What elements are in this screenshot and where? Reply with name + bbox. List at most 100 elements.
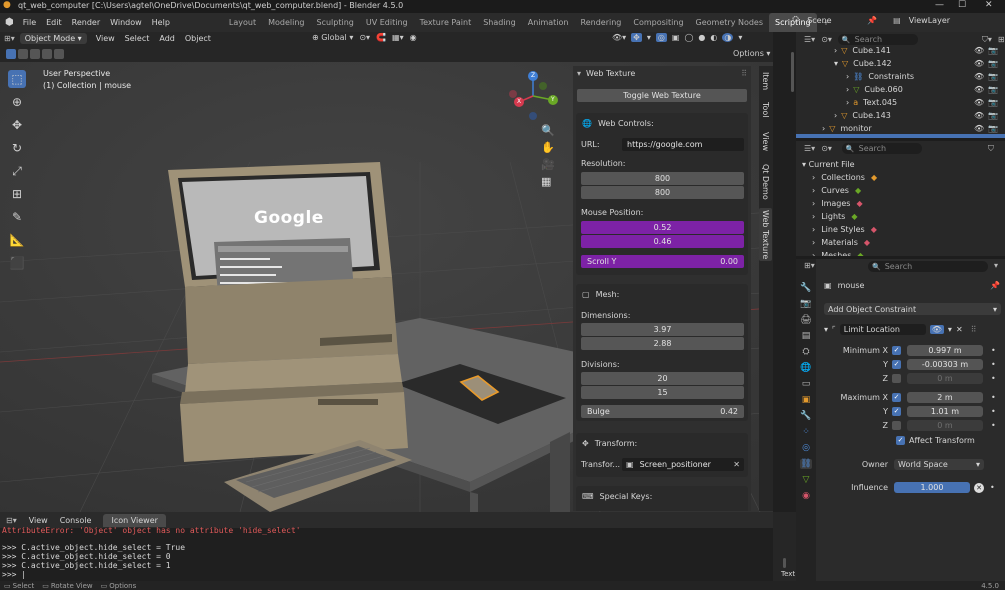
output-tab-icon[interactable]: 🖨 [800, 315, 811, 325]
file-category-lights[interactable]: › Lights ◆ [796, 210, 1005, 223]
tab-view[interactable]: View [761, 132, 770, 151]
console-scrollbar[interactable] [783, 558, 786, 568]
pin-icon[interactable]: 📌 [990, 281, 1000, 290]
mode-dropdown[interactable]: Object Mode ▾ [19, 33, 87, 44]
workspace-tab-modeling[interactable]: Modeling [262, 13, 310, 32]
eye-icon[interactable]: 👁 [974, 83, 984, 96]
resolution-x-field[interactable]: 800 [581, 172, 744, 185]
constraint-menu-icon[interactable]: ▾ [948, 325, 952, 334]
keyframe-dot-icon[interactable]: • [991, 346, 996, 355]
workspace-tab-shading[interactable]: Shading [477, 13, 522, 32]
menu-file[interactable]: File [18, 13, 41, 32]
gizmo-toggle-icon[interactable]: ✥ [631, 33, 642, 42]
menu-render[interactable]: Render [67, 13, 105, 32]
file-category-materials[interactable]: › Materials ◆ [796, 236, 1005, 249]
text-editor-tab[interactable]: Text [781, 570, 795, 578]
drag-handle-icon[interactable]: ⠿ [971, 325, 977, 334]
expand-arrow-icon[interactable]: › [812, 171, 815, 184]
object-tab-icon[interactable]: ▣ [802, 395, 811, 405]
disable-keep-transform-icon[interactable]: ✕ [974, 482, 984, 493]
blender-menu-icon[interactable]: ⬢ [0, 17, 18, 28]
division-y-field[interactable]: 15 [581, 386, 744, 399]
expand-arrow-icon[interactable]: › [834, 109, 837, 122]
mouse-x-field[interactable]: 0.52 [581, 221, 744, 234]
expand-arrow-icon[interactable]: › [812, 210, 815, 223]
pin-icon[interactable]: 📌 [867, 16, 877, 25]
file-filter-icon[interactable]: ⛉ [988, 144, 994, 154]
outliner-item[interactable]: › ▽ Cube.143 👁 📷 [796, 109, 1005, 122]
use-limit-checkbox[interactable] [892, 420, 901, 430]
viewport-menu-select[interactable]: Select [125, 34, 150, 43]
maximize-button[interactable]: ☐ [958, 0, 966, 10]
transform-orientation-dropdown[interactable]: ⊕ Global ▾ [312, 33, 353, 42]
shading-solid-icon[interactable]: ● [698, 33, 705, 42]
shading-wireframe-icon[interactable]: ◯ [684, 33, 693, 42]
particles-tab-icon[interactable]: ⁘ [802, 427, 810, 437]
expand-arrow-icon[interactable]: › [846, 83, 849, 96]
scene-selector[interactable]: ⛭ Scene 📌 ▤ ViewLayer [792, 15, 950, 25]
eye-icon[interactable]: 👁 [974, 44, 984, 57]
workspace-tab-texture-paint[interactable]: Texture Paint [414, 13, 478, 32]
render-camera-icon[interactable]: 📷 [988, 44, 998, 57]
influence-slider[interactable]: 1.000 [894, 482, 970, 493]
expand-arrow-icon[interactable]: › [812, 223, 815, 236]
material-tab-icon[interactable]: ◉ [802, 491, 810, 501]
render-tab-icon[interactable]: 📷 [800, 299, 811, 309]
scale-tool[interactable]: ⤢ [8, 162, 26, 180]
expand-arrow-icon[interactable]: › [846, 96, 849, 109]
limit-value-field[interactable]: 0 m [907, 372, 983, 384]
file-editor-icon[interactable]: ☰▾ [804, 144, 815, 153]
view-layer-tab-icon[interactable]: ▤ [802, 331, 811, 341]
workspace-tab-rendering[interactable]: Rendering [575, 13, 628, 32]
add-cube-tool[interactable]: ⬛ [8, 254, 26, 272]
menu-window[interactable]: Window [105, 13, 147, 32]
tab-qt-demo[interactable]: Qt Demo [761, 164, 770, 200]
visibility-icon[interactable]: 👁▾ [612, 33, 626, 42]
constraint-tab-icon[interactable]: ⛓ [800, 459, 812, 469]
select-invert-icon[interactable] [42, 49, 52, 59]
proportional-edit-icon[interactable]: ◉ [410, 33, 417, 42]
tab-tool[interactable]: Tool [761, 102, 770, 118]
limit-value-field[interactable]: 0.997 m [907, 344, 983, 356]
outliner-item[interactable]: ▾ ▽ Cube.142 👁 📷 [796, 57, 1005, 70]
use-limit-checkbox[interactable]: ✓ [892, 392, 901, 402]
resolution-y-field[interactable]: 800 [581, 186, 744, 199]
select-extend-icon[interactable] [18, 49, 28, 59]
expand-arrow-icon[interactable]: › [812, 184, 815, 197]
ortho-grid-icon[interactable]: ▦ [541, 175, 555, 188]
outliner-item[interactable]: › a Text.045 👁 📷 [796, 96, 1005, 109]
eye-icon[interactable]: 👁 [974, 109, 984, 122]
options-dropdown[interactable]: Options ▾ [733, 49, 770, 58]
python-console[interactable]: ⊟▾ View Console Icon Viewer AttributeErr… [0, 512, 773, 581]
overlay-toggle-icon[interactable]: ◎ [655, 33, 667, 42]
chevron-down-icon[interactable]: ▾ [824, 325, 828, 334]
close-window-button[interactable]: ✕ [985, 0, 993, 10]
snap-icon[interactable]: 🧲 [376, 33, 386, 42]
scene-tab-icon[interactable]: ⛭ [802, 347, 809, 357]
workspace-tab-compositing[interactable]: Compositing [627, 13, 689, 32]
workspace-tab-geometry-nodes[interactable]: Geometry Nodes [690, 13, 769, 32]
use-limit-checkbox[interactable]: ✓ [892, 345, 901, 355]
division-x-field[interactable]: 20 [581, 372, 744, 385]
editor-type-icon[interactable]: ⊞▾ [4, 34, 15, 43]
file-category-line-styles[interactable]: › Line Styles ◆ [796, 223, 1005, 236]
eye-icon[interactable]: 👁 [974, 57, 984, 70]
select-subtract-icon[interactable] [30, 49, 40, 59]
keyframe-dot-icon[interactable]: • [991, 421, 996, 430]
tab-item[interactable]: Item [761, 72, 770, 90]
zoom-icon[interactable]: 🔍 [541, 124, 555, 137]
props-editor-icon[interactable]: ⊞▾ [804, 261, 815, 270]
outliner-item[interactable]: › ⛓ Constraints 👁 📷 [796, 70, 1005, 83]
menu-help[interactable]: Help [147, 13, 175, 32]
select-new-icon[interactable] [6, 49, 16, 59]
keyframe-dot-icon[interactable]: • [991, 393, 996, 402]
console-view-menu[interactable]: View [29, 516, 48, 525]
collection-tab-icon[interactable]: ▭ [802, 379, 811, 389]
menu-edit[interactable]: Edit [41, 13, 67, 32]
shading-material-icon[interactable]: ◐ [710, 33, 717, 42]
constraint-delete-icon[interactable]: ✕ [956, 325, 963, 334]
shading-dropdown-icon[interactable]: ▾ [738, 33, 742, 42]
icon-viewer-tab[interactable]: Icon Viewer [103, 513, 166, 527]
use-limit-checkbox[interactable]: ✓ [892, 359, 901, 369]
bulge-field[interactable]: Bulge 0.42 [581, 405, 744, 418]
